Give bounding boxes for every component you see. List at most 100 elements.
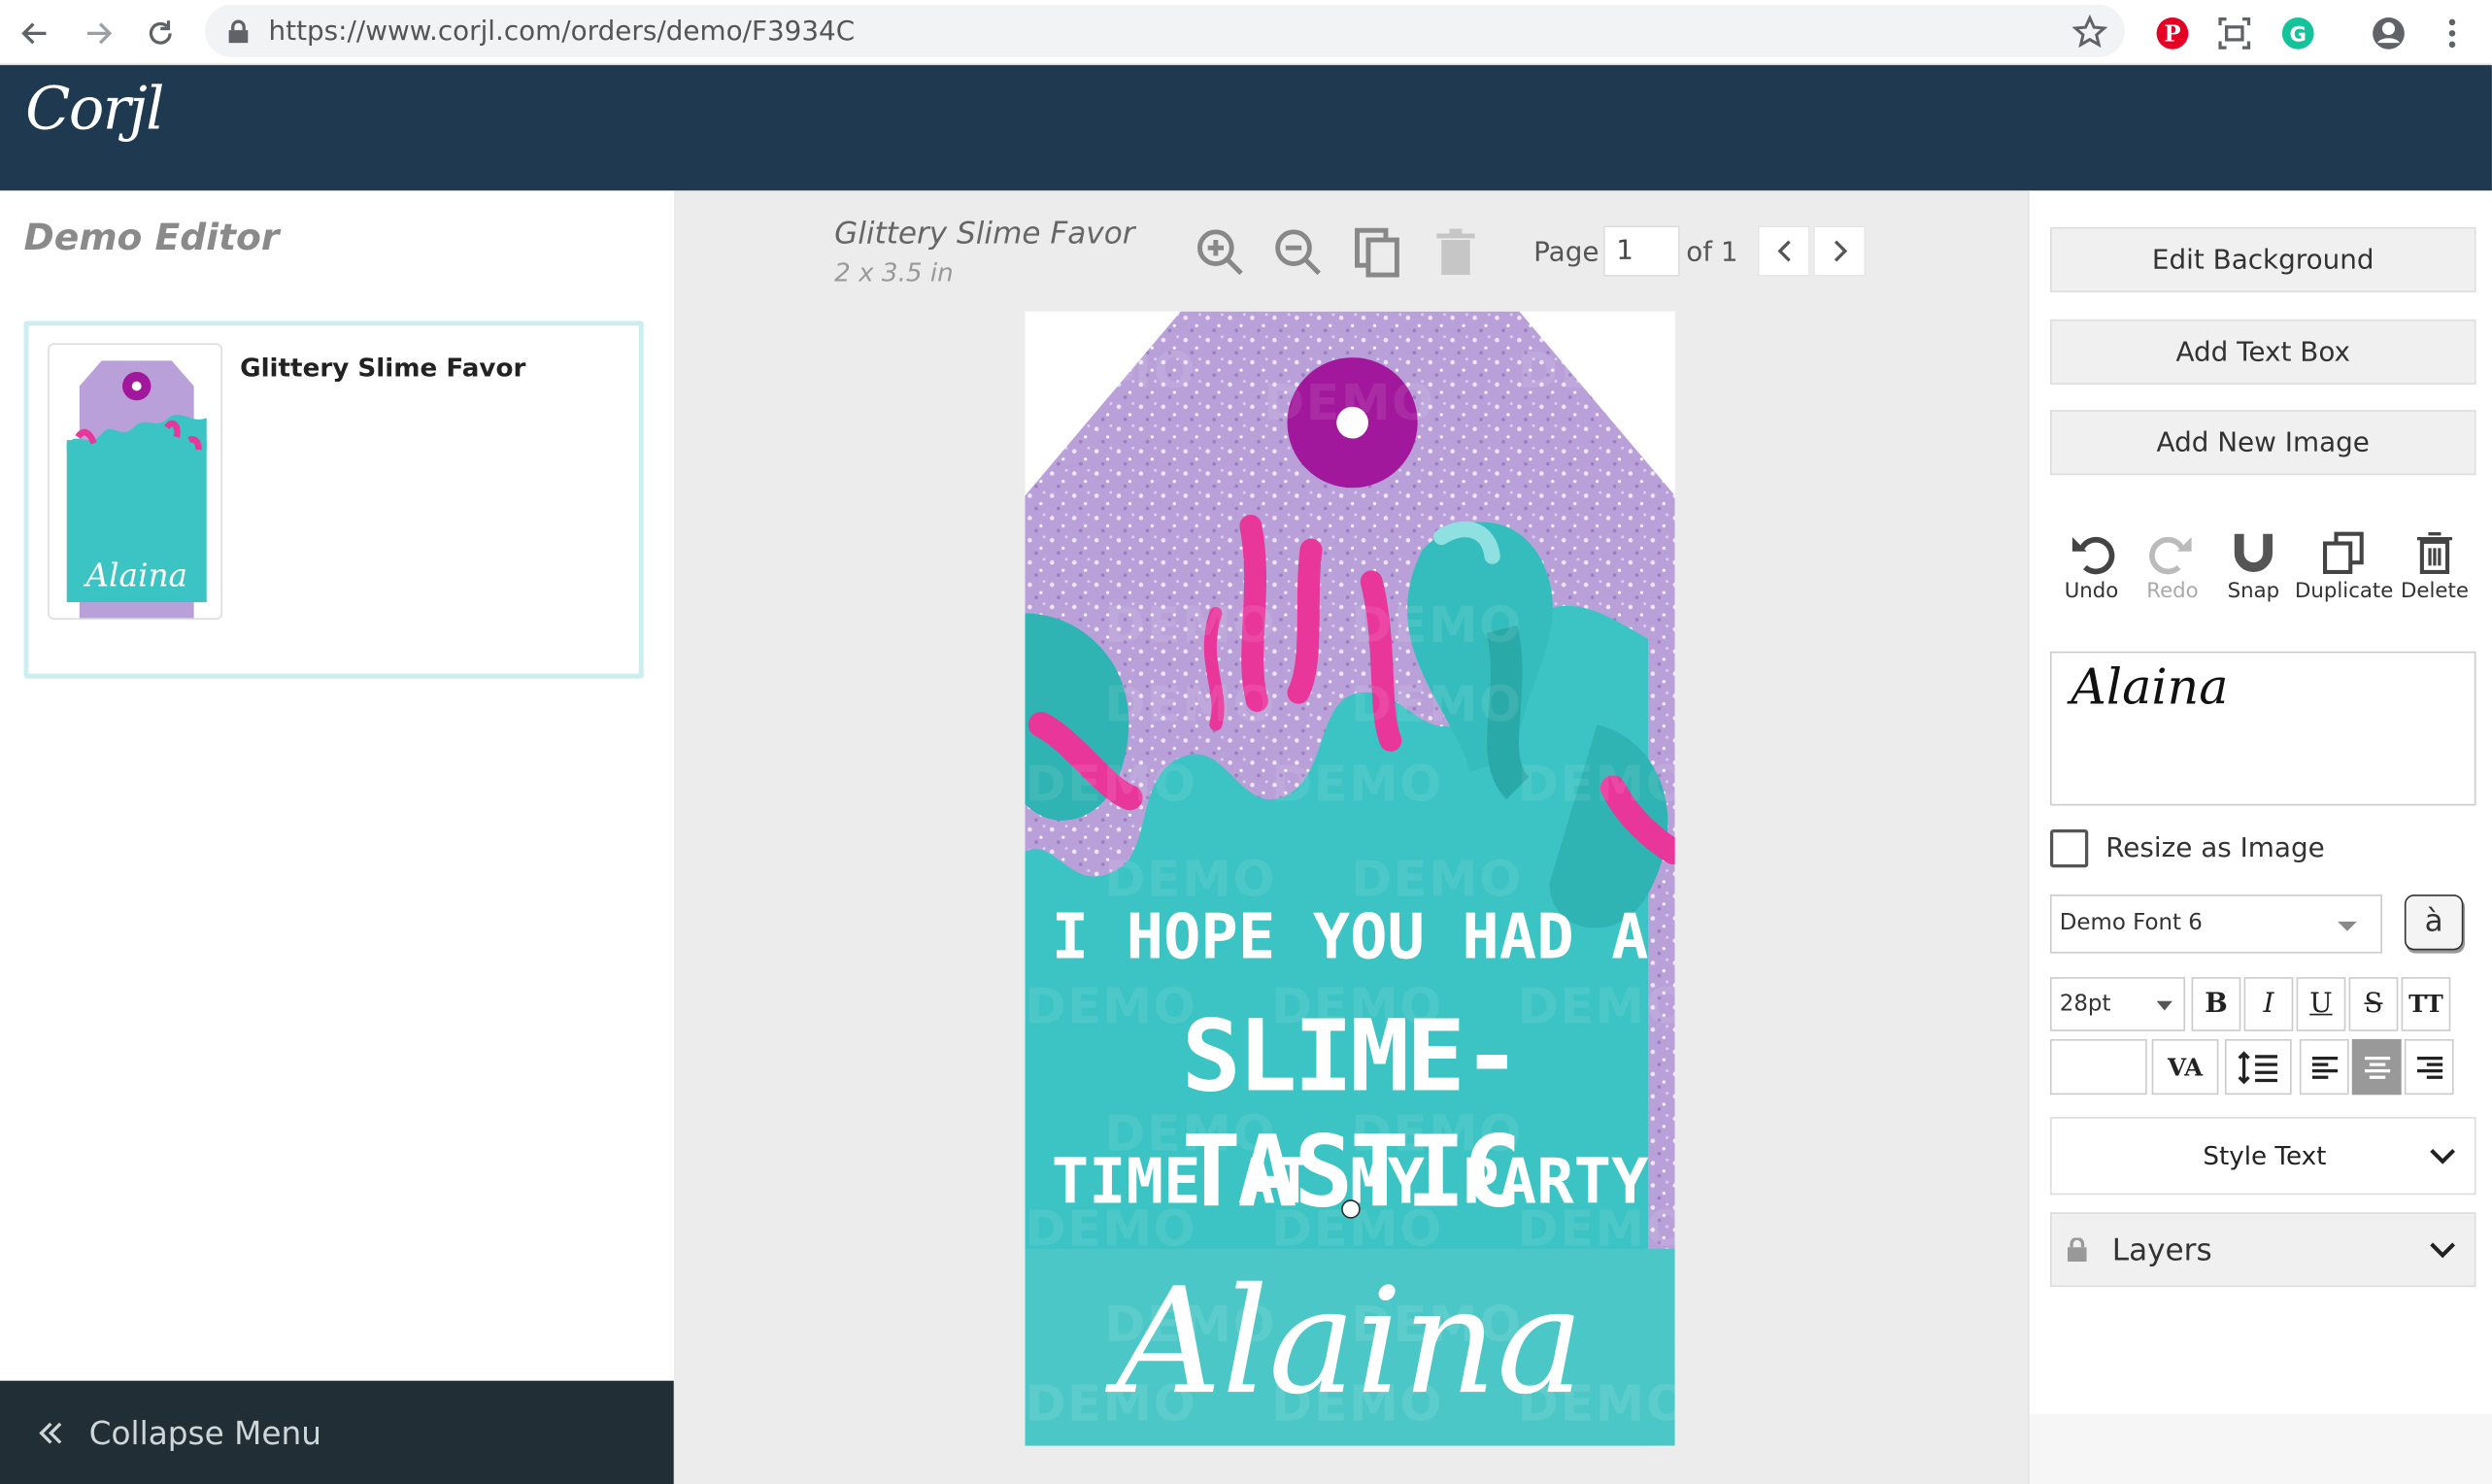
layers-dropdown[interactable]: Layers bbox=[2049, 1212, 2476, 1288]
next-page-button[interactable] bbox=[1813, 225, 1867, 277]
duplicate-label: Duplicate bbox=[2295, 580, 2394, 604]
resize-as-image-checkbox[interactable] bbox=[2049, 828, 2089, 868]
align-center-icon bbox=[2364, 1056, 2390, 1079]
font-family-value: Demo Font 6 bbox=[2059, 910, 2203, 936]
bold-button[interactable]: B bbox=[2191, 977, 2241, 1031]
style-text-label: Style Text bbox=[2203, 1140, 2327, 1171]
corjl-logo[interactable]: Corjl bbox=[25, 75, 164, 143]
font-size-select[interactable]: 28pt bbox=[2049, 977, 2186, 1031]
double-chevron-left-icon bbox=[39, 1421, 62, 1443]
watermark: DEMO bbox=[1350, 597, 1523, 656]
watermark: DEMO bbox=[1271, 756, 1444, 814]
style-text-dropdown[interactable]: Style Text bbox=[2049, 1117, 2476, 1196]
watermark: DEMO bbox=[1025, 756, 1197, 814]
line-height-icon bbox=[2238, 1050, 2277, 1084]
edit-background-button[interactable]: Edit Background bbox=[2049, 226, 2476, 293]
strikethrough-button[interactable]: S bbox=[2348, 977, 2399, 1031]
resize-as-image-row[interactable]: Resize as Image bbox=[2049, 828, 2325, 868]
collapse-menu-label: Collapse Menu bbox=[88, 1413, 321, 1452]
app-header: Corjl bbox=[0, 65, 2492, 191]
line-height-button[interactable] bbox=[2224, 1038, 2292, 1096]
magnet-icon bbox=[2234, 533, 2273, 572]
duplicate-button[interactable]: Duplicate bbox=[2295, 529, 2393, 604]
url-text: https://www.corjl.com/orders/demo/F3934C bbox=[268, 16, 856, 49]
layers-label: Layers bbox=[2111, 1232, 2212, 1268]
grammarly-icon[interactable]: G bbox=[2277, 13, 2319, 54]
align-center-button[interactable] bbox=[2351, 1038, 2402, 1096]
favor-tag-design[interactable]: DEMO DEMO DEMO DEMO DEMO DEMO DEMO DEMO … bbox=[1025, 311, 1675, 1446]
watermark: DEMO bbox=[1104, 851, 1277, 909]
watermark: DEMO bbox=[1350, 851, 1523, 909]
watermark: DEMO bbox=[1350, 676, 1523, 734]
redo-button[interactable]: Redo bbox=[2128, 529, 2217, 604]
trash-icon bbox=[2416, 532, 2452, 575]
zoom-in-icon[interactable] bbox=[1194, 225, 1248, 280]
undo-button[interactable]: Undo bbox=[2047, 529, 2137, 604]
font-size-value: 28pt bbox=[2059, 991, 2111, 1018]
watermark: DEMO bbox=[1517, 756, 1675, 814]
tag-name[interactable]: Alaina bbox=[1025, 1257, 1674, 1427]
pinterest-icon[interactable]: P bbox=[2152, 13, 2194, 54]
align-right-icon bbox=[2416, 1056, 2442, 1079]
watermark: DEMO bbox=[1104, 597, 1277, 656]
underline-button[interactable]: U bbox=[2296, 977, 2346, 1031]
forward-arrow-icon[interactable] bbox=[78, 13, 119, 54]
template-thumbnail[interactable]: Alaina bbox=[48, 343, 223, 621]
thumbnail-name: Alaina bbox=[83, 557, 187, 594]
font-family-select[interactable]: Demo Font 6 bbox=[2049, 894, 2382, 954]
chevron-down-icon bbox=[2338, 921, 2357, 931]
special-characters-button[interactable]: à bbox=[2404, 894, 2464, 951]
text-color-swatch[interactable] bbox=[2049, 1038, 2147, 1096]
page-number-input[interactable]: 1 bbox=[1603, 225, 1680, 277]
left-sidebar: Demo Editor Alaina Glittery Slime Favor … bbox=[0, 190, 674, 1484]
reload-icon[interactable] bbox=[140, 13, 182, 54]
watermark: DEMO bbox=[1104, 676, 1277, 734]
letter-spacing-button[interactable]: VA bbox=[2151, 1038, 2219, 1096]
lock-icon bbox=[228, 19, 249, 44]
undo-label: Undo bbox=[2064, 580, 2119, 604]
align-left-button[interactable] bbox=[2299, 1038, 2349, 1096]
trash-icon[interactable] bbox=[1429, 225, 1483, 280]
chevron-down-icon bbox=[2430, 1242, 2456, 1259]
delete-button[interactable]: Delete bbox=[2390, 529, 2479, 604]
prev-page-button[interactable] bbox=[1757, 225, 1810, 277]
address-bar[interactable]: https://www.corjl.com/orders/demo/F3934C bbox=[205, 4, 2125, 57]
snap-label: Snap bbox=[2227, 580, 2280, 604]
screenshot-icon[interactable] bbox=[2214, 13, 2256, 54]
duplicate-icon bbox=[2323, 531, 2364, 575]
document-size: 2 x 3.5 in bbox=[834, 257, 954, 288]
star-icon[interactable] bbox=[2071, 14, 2107, 50]
align-left-icon bbox=[2311, 1056, 2338, 1079]
snap-button[interactable]: Snap bbox=[2209, 529, 2299, 604]
menu-icon[interactable] bbox=[2432, 13, 2474, 54]
align-right-button[interactable] bbox=[2404, 1038, 2454, 1096]
back-arrow-icon[interactable] bbox=[15, 13, 56, 54]
page-count: of 1 bbox=[1686, 236, 1738, 269]
browser-toolbar: https://www.corjl.com/orders/demo/F3934C… bbox=[0, 0, 2492, 66]
zoom-out-icon[interactable] bbox=[1271, 225, 1326, 280]
editor-title: Demo Editor bbox=[23, 218, 280, 259]
template-card-name: Glittery Slime Favor bbox=[240, 353, 526, 384]
lock-icon bbox=[2067, 1237, 2087, 1262]
chevron-left-icon bbox=[1776, 240, 1790, 262]
svg-text:P: P bbox=[2164, 21, 2180, 48]
italic-button[interactable]: I bbox=[2243, 977, 2294, 1031]
collapse-menu-button[interactable]: Collapse Menu bbox=[0, 1380, 674, 1484]
copy-page-icon[interactable] bbox=[1351, 225, 1405, 280]
add-text-box-button[interactable]: Add Text Box bbox=[2049, 319, 2476, 385]
right-panel: Edit Background Add Text Box Add New Ima… bbox=[2028, 190, 2492, 1484]
rotate-handle[interactable] bbox=[1341, 1199, 1361, 1219]
tag-line-1[interactable]: I HOPE YOU HAD A bbox=[1025, 902, 1674, 974]
account-icon[interactable] bbox=[2368, 13, 2409, 54]
redo-label: Redo bbox=[2146, 580, 2199, 604]
chevron-down-icon bbox=[2156, 1000, 2172, 1011]
document-title: Glittery Slime Favor bbox=[834, 216, 1135, 252]
add-new-image-button[interactable]: Add New Image bbox=[2049, 410, 2476, 476]
watermark: DEMO bbox=[1025, 343, 1197, 401]
chevron-down-icon bbox=[2430, 1149, 2456, 1164]
canvas-area: Glittery Slime Favor 2 x 3.5 in Page 1 o… bbox=[673, 190, 2029, 1484]
template-card[interactable]: Alaina Glittery Slime Favor bbox=[23, 320, 644, 679]
text-content-editor[interactable]: Alaina bbox=[2049, 651, 2476, 806]
undo-icon bbox=[2071, 536, 2115, 575]
all-caps-button[interactable]: TT bbox=[2401, 977, 2451, 1031]
